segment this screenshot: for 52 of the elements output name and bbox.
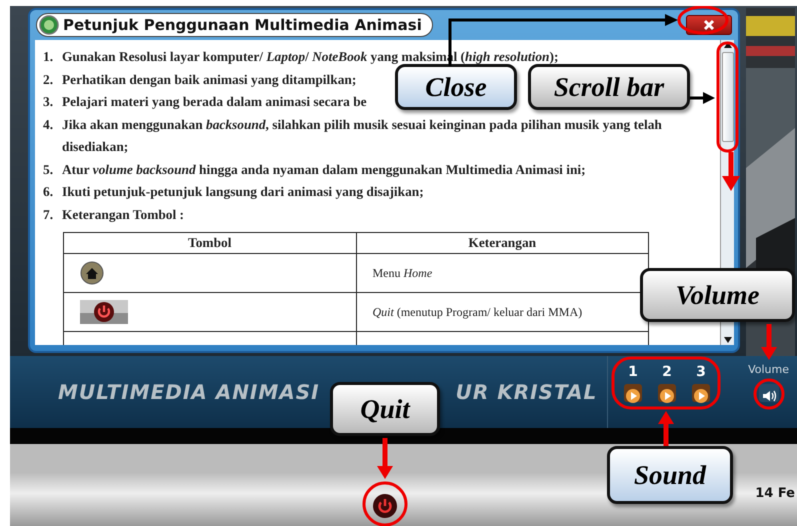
instruction-text: Jika akan menggunakan backsound, silahkan pilih musik sesuai keinginan pada pilihan musik yang telah disediakan; xyxy=(62,116,662,156)
item-number: 2. xyxy=(43,70,54,88)
track-number: 1 xyxy=(628,364,638,380)
volume-button[interactable] xyxy=(758,384,779,402)
globe-icon xyxy=(39,15,59,35)
dialog-title: Petunjuk Penggunaan Multimedia Animasi xyxy=(36,13,433,37)
callout-label: Close xyxy=(395,64,517,110)
item-number: 7. xyxy=(43,206,54,224)
item-number: 6. xyxy=(43,183,54,201)
table-cell-text: Menu Home xyxy=(372,264,432,282)
instruction-text: Perhatikan dengan baik animasi yang ditampilkan; xyxy=(62,70,356,89)
callout-label: Sound xyxy=(607,446,733,504)
date-text: 14 Fe xyxy=(755,486,795,501)
play-icon xyxy=(658,386,676,405)
scroll-down-icon[interactable] xyxy=(722,335,732,345)
column-header: Tombol xyxy=(187,234,232,252)
play-button[interactable] xyxy=(692,384,710,402)
play-button[interactable] xyxy=(624,384,642,402)
highlight-ring xyxy=(362,482,408,526)
callout-label: Scroll bar xyxy=(528,64,690,110)
play-button[interactable] xyxy=(658,384,676,402)
highlight-ring xyxy=(678,6,728,34)
instruction-text: Pelajari materi yang berada dalam animasi secara be xyxy=(62,93,367,111)
pointer-arrow xyxy=(377,438,393,479)
play-icon xyxy=(692,386,710,405)
item-number: 3. xyxy=(43,93,54,111)
callout-label: Quit xyxy=(330,382,440,436)
column-header: Keterangan xyxy=(356,233,648,253)
item-number: 4. xyxy=(43,116,54,134)
banner-title: MULTIMEDIA ANIMASI xyxy=(58,380,320,404)
instruction-text: Ikuti petunjuk-petunjuk langsung dari animasi yang disajikan; xyxy=(62,183,424,201)
item-number: 1. xyxy=(43,48,54,66)
power-icon xyxy=(80,300,128,324)
play-icon xyxy=(624,386,642,405)
track-number: 2 xyxy=(662,364,672,380)
callout-label: Volume xyxy=(640,268,795,322)
table-cell-text: Quit (menutup Program/ keluar dari MMA) xyxy=(372,304,582,321)
pointer-arrow xyxy=(761,324,777,360)
quit-button[interactable] xyxy=(373,494,397,518)
banner-title: UR KRISTAL xyxy=(456,380,598,404)
close-icon xyxy=(703,19,715,31)
instruction-text: Keterangan Tombol : xyxy=(62,206,184,224)
pointer-arrow xyxy=(690,92,715,104)
highlight-ring xyxy=(754,378,784,410)
instruction-text: Atur volume backsound hingga anda nyaman dalam menggunakan Multimedia Animasi ini; xyxy=(62,160,586,179)
pointer-arrow xyxy=(722,152,740,191)
pointer-arrow xyxy=(658,411,674,446)
home-icon xyxy=(80,261,104,285)
track-number: 3 xyxy=(696,364,706,380)
item-number: 5. xyxy=(43,160,54,178)
volume-label: Volume xyxy=(748,364,789,376)
scroll-thumb[interactable] xyxy=(722,52,734,142)
